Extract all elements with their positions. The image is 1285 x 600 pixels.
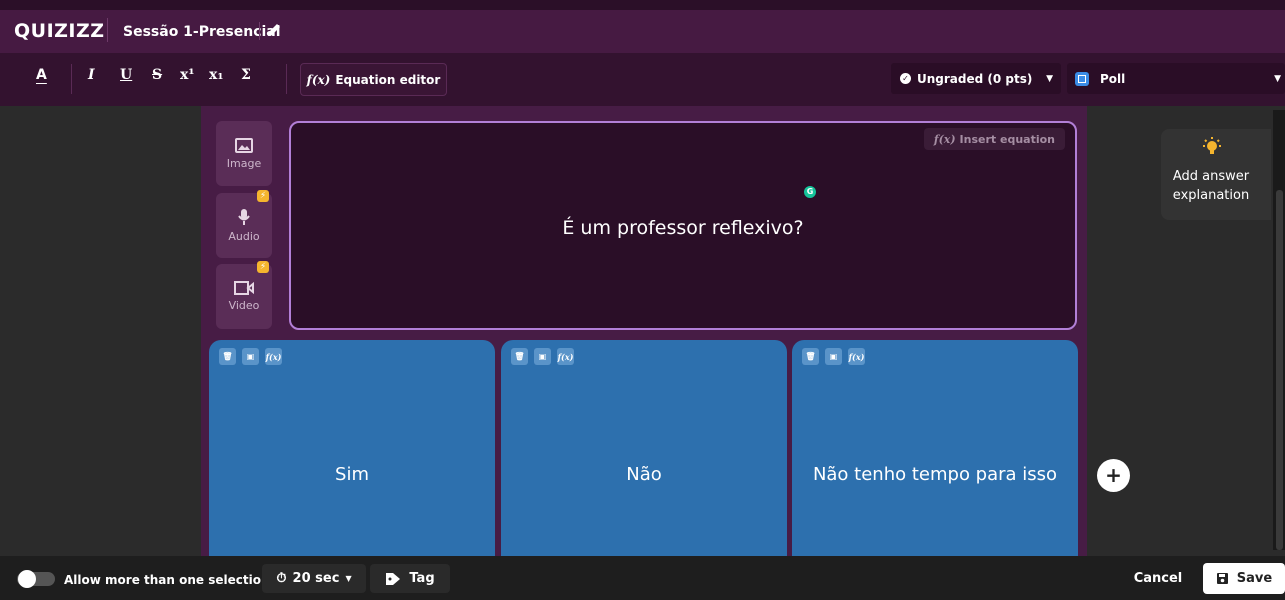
cancel-button[interactable]: Cancel: [1118, 564, 1198, 593]
format-toolbar: A I U S x¹ x₁ Σ f(x) Equation editor ✓ U…: [0, 53, 1285, 106]
pencil-icon[interactable]: [266, 22, 282, 38]
image-icon: [235, 137, 253, 153]
italic-button[interactable]: I: [88, 67, 95, 83]
left-gutter: [0, 106, 201, 556]
divider: [259, 22, 260, 40]
poll-icon: [1075, 71, 1089, 86]
stopwatch-icon: ⏱: [276, 571, 287, 586]
trash-icon[interactable]: 🗑: [219, 348, 236, 365]
insert-equation-label: Insert equation: [959, 132, 1055, 146]
answer-option-1[interactable]: 🗑 ▣ f(x) Sim: [209, 340, 495, 556]
equation-editor-label: Equation editor: [335, 72, 441, 87]
browser-strip: [0, 0, 1285, 10]
microphone-icon: [238, 209, 250, 225]
divider: [71, 64, 72, 94]
question-type-label: Poll: [1100, 71, 1126, 86]
answer-option-3[interactable]: 🗑 ▣ f(x) Não tenho tempo para isso: [792, 340, 1078, 556]
divider: [286, 64, 287, 94]
video-label: Video: [228, 299, 260, 312]
lightbulb-icon: [1203, 137, 1221, 154]
text-color-button[interactable]: A: [36, 67, 47, 83]
allow-multiple-toggle[interactable]: [17, 570, 55, 588]
image-label: Image: [226, 156, 262, 170]
answer-option-2[interactable]: 🗑 ▣ f(x) Não: [501, 340, 787, 556]
audio-label: Audio: [228, 230, 260, 243]
quiz-title[interactable]: Sessão 1-Presencial: [123, 24, 281, 40]
explanation-label: Add answer explanation: [1172, 169, 1250, 203]
timer-label: 20 sec: [292, 571, 340, 586]
question-text[interactable]: É um professor reflexivo?: [291, 217, 1075, 239]
grading-dropdown[interactable]: ✓ Ungraded (0 pts) ▼: [891, 63, 1061, 94]
chevron-down-icon: ▼: [345, 574, 352, 583]
toggle-knob: [18, 570, 36, 588]
save-label: Save: [1236, 571, 1273, 586]
image-icon[interactable]: ▣: [242, 348, 259, 365]
premium-badge-icon: ⚡: [257, 261, 269, 273]
add-option-button[interactable]: +: [1097, 459, 1130, 492]
floppy-disk-icon: [1216, 573, 1228, 584]
add-image-button[interactable]: Image: [216, 121, 272, 186]
save-button[interactable]: Save: [1203, 563, 1285, 594]
trash-icon[interactable]: 🗑: [802, 348, 819, 365]
underline-button[interactable]: U: [120, 67, 132, 83]
function-icon: f(x): [306, 72, 331, 87]
function-icon[interactable]: f(x): [265, 348, 282, 365]
answer-option-text[interactable]: Não: [501, 464, 787, 485]
answer-option-text[interactable]: Não tenho tempo para isso: [792, 464, 1078, 485]
footer-bar: Allow more than one selection ⏱ 20 sec ▼…: [0, 556, 1285, 600]
subscript-button[interactable]: x₁: [209, 67, 223, 83]
check-circle-icon: ✓: [900, 73, 911, 84]
symbol-button[interactable]: Σ: [241, 67, 251, 83]
function-icon: f(x): [933, 132, 956, 146]
tag-button[interactable]: Tag: [370, 564, 450, 593]
trash-icon[interactable]: 🗑: [511, 348, 528, 365]
tag-icon: [386, 572, 401, 585]
scrollbar-thumb[interactable]: [1276, 190, 1283, 550]
allow-multiple-label: Allow more than one selection: [64, 573, 270, 587]
add-video-button[interactable]: ⚡ Video: [216, 261, 272, 329]
image-icon[interactable]: ▣: [825, 348, 842, 365]
add-audio-button[interactable]: ⚡ Audio: [216, 190, 272, 258]
function-icon[interactable]: f(x): [848, 348, 865, 365]
equation-editor-button[interactable]: f(x) Equation editor: [300, 63, 447, 96]
image-icon[interactable]: ▣: [534, 348, 551, 365]
grading-label: Ungraded (0 pts): [917, 71, 1033, 86]
superscript-button[interactable]: x¹: [180, 67, 194, 83]
insert-equation-button[interactable]: f(x) Insert equation: [923, 128, 1065, 150]
video-camera-icon: [234, 281, 254, 295]
timer-dropdown[interactable]: ⏱ 20 sec ▼: [262, 564, 366, 593]
chevron-down-icon: ▼: [1274, 73, 1281, 84]
grammarly-icon[interactable]: G: [804, 186, 816, 198]
quizizz-logo[interactable]: QUIZIZZ: [14, 20, 105, 42]
add-explanation-button[interactable]: Add answer explanation: [1161, 129, 1271, 220]
premium-badge-icon: ⚡: [257, 190, 269, 202]
question-type-dropdown[interactable]: Poll ▼: [1067, 63, 1285, 94]
chevron-down-icon: ▼: [1046, 73, 1053, 84]
question-editor[interactable]: f(x) Insert equation G É um professor re…: [289, 121, 1077, 330]
strikethrough-button[interactable]: S: [152, 67, 162, 83]
app-header: QUIZIZZ Sessão 1-Presencial: [0, 0, 1285, 53]
tag-label: Tag: [409, 571, 435, 586]
function-icon[interactable]: f(x): [557, 348, 574, 365]
divider: [107, 18, 108, 42]
answer-option-text[interactable]: Sim: [209, 464, 495, 485]
